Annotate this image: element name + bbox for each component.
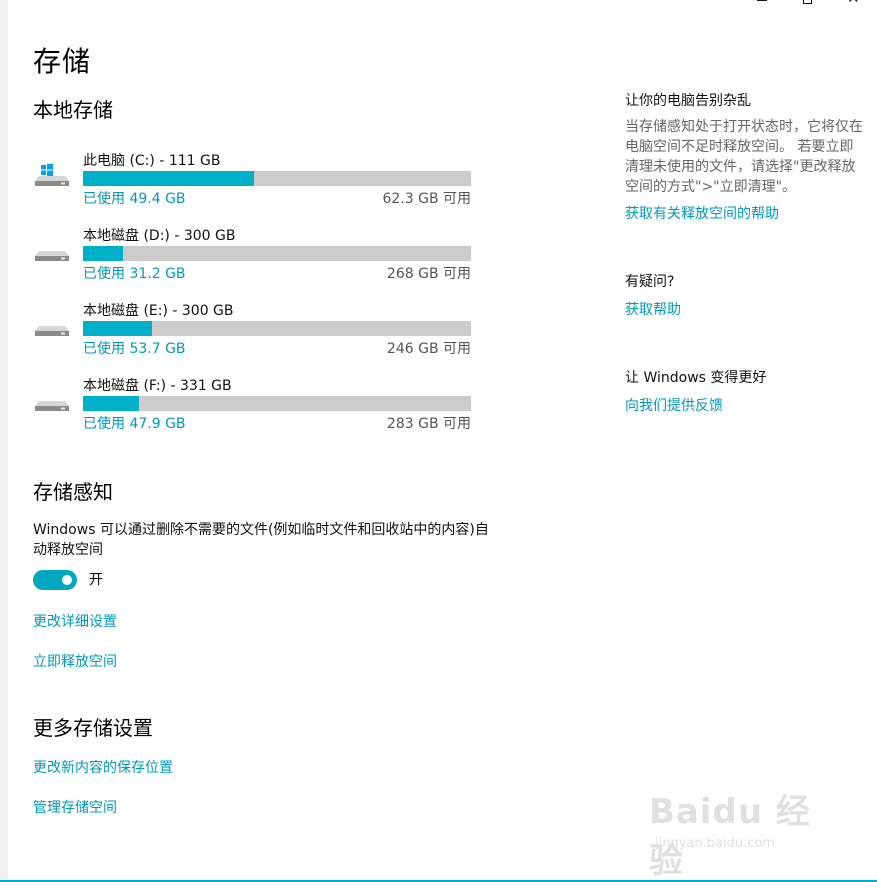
free-space-help-link[interactable]: 获取有关释放空间的帮助 xyxy=(625,203,779,223)
drive-name: 本地磁盘 (D:) - 300 GB xyxy=(83,228,236,244)
hard-drive-icon xyxy=(35,326,69,336)
declutter-text: 当存储感知处于打开状态时，它将仅在电脑空间不足时释放空间。 若要立即清理未使用的… xyxy=(625,119,863,195)
maximize-icon xyxy=(803,0,812,4)
watermark-url: jingyan.baidu.com xyxy=(655,836,775,851)
free-space: 268 GB 可用 xyxy=(386,266,471,282)
drive-name: 此电脑 (C:) - 111 GB xyxy=(83,153,221,169)
window-left-edge xyxy=(0,0,8,882)
local-storage-heading: 本地存储 xyxy=(33,98,113,122)
toggle-knob xyxy=(62,575,72,585)
close-icon: ✕ xyxy=(847,0,860,8)
question-title: 有疑问? xyxy=(625,274,675,290)
windows-drive-icon xyxy=(35,164,69,186)
page-title: 存储 xyxy=(33,45,92,78)
usage-bar-fill xyxy=(83,171,255,186)
usage-bar xyxy=(83,171,471,186)
window-controls: ✕ xyxy=(739,0,877,14)
usage-bar xyxy=(83,396,471,411)
declutter-title: 让你的电脑告别杂乱 xyxy=(625,93,751,109)
free-up-space-link[interactable]: 立即释放空间 xyxy=(33,651,117,671)
feedback-link[interactable]: 向我们提供反馈 xyxy=(625,395,723,415)
hard-drive-icon xyxy=(35,401,69,411)
toggle-label: 开 xyxy=(89,572,103,588)
used-space: 已使用 49.4 GB xyxy=(83,191,186,207)
usage-bar-fill xyxy=(83,321,153,336)
used-space: 已使用 53.7 GB xyxy=(83,341,186,357)
free-space: 246 GB 可用 xyxy=(386,341,471,357)
maximize-button[interactable] xyxy=(785,0,831,14)
storage-sense-heading: 存储感知 xyxy=(33,480,113,504)
manage-storage-spaces-link[interactable]: 管理存储空间 xyxy=(33,797,117,817)
drive-item-d[interactable]: 本地磁盘 (D:) - 300 GB 已使用 31.2 GB 268 GB 可用 xyxy=(33,227,473,287)
change-settings-link[interactable]: 更改详细设置 xyxy=(33,611,117,631)
drive-item-f[interactable]: 本地磁盘 (F:) - 331 GB 已使用 47.9 GB 283 GB 可用 xyxy=(33,377,473,437)
used-space: 已使用 31.2 GB xyxy=(83,266,186,282)
storage-sense-description: Windows 可以通过删除不需要的文件(例如临时文件和回收站中的内容)自动释放… xyxy=(33,522,489,558)
drive-item-e[interactable]: 本地磁盘 (E:) - 300 GB 已使用 53.7 GB 246 GB 可用 xyxy=(33,302,473,362)
change-save-location-link[interactable]: 更改新内容的保存位置 xyxy=(33,757,173,777)
used-space: 已使用 47.9 GB xyxy=(83,416,186,432)
drive-item-c[interactable]: 此电脑 (C:) - 111 GB 已使用 49.4 GB 62.3 GB 可用 xyxy=(33,152,473,212)
watermark-logo: Baidu 经验 xyxy=(649,792,811,881)
storage-sense-toggle[interactable] xyxy=(33,570,77,590)
close-button[interactable]: ✕ xyxy=(831,0,877,14)
usage-bar xyxy=(83,246,471,261)
free-space: 62.3 GB 可用 xyxy=(382,191,471,207)
usage-bar-fill xyxy=(83,246,124,261)
minimize-icon xyxy=(757,0,767,1)
free-space: 283 GB 可用 xyxy=(386,416,471,432)
usage-bar-fill xyxy=(83,396,140,411)
more-settings-heading: 更多存储设置 xyxy=(33,716,153,740)
baidu-watermark: Baidu 经验 jingyan.baidu.com xyxy=(649,784,839,881)
hard-drive-icon xyxy=(35,251,69,261)
get-help-link[interactable]: 获取帮助 xyxy=(625,299,681,319)
drive-name: 本地磁盘 (F:) - 331 GB xyxy=(83,378,232,394)
usage-bar xyxy=(83,321,471,336)
minimize-button[interactable] xyxy=(739,0,785,14)
drive-name: 本地磁盘 (E:) - 300 GB xyxy=(83,303,234,319)
feedback-title: 让 Windows 变得更好 xyxy=(625,370,767,386)
